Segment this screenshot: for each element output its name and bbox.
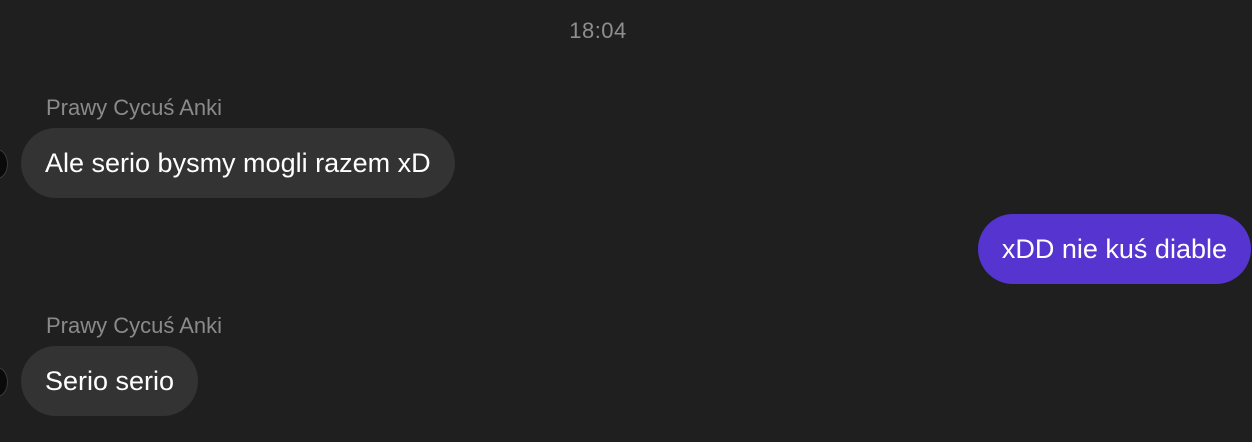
sender-name: Prawy Cycuś Anki <box>46 313 223 338</box>
chat-thread: 18:04 Prawy Cycuś Anki Ale serio bysmy m… <box>0 0 1252 442</box>
sender-avatar[interactable] <box>0 149 8 179</box>
message-timestamp: 18:04 <box>569 18 627 43</box>
incoming-message-bubble[interactable]: Ale serio bysmy mogli razem xD <box>21 128 455 198</box>
sender-avatar[interactable] <box>0 367 8 397</box>
sender-name: Prawy Cycuś Anki <box>46 95 223 120</box>
incoming-message-bubble[interactable]: Serio serio <box>21 346 199 416</box>
outgoing-message-bubble[interactable]: xDD nie kuś diable <box>977 214 1251 284</box>
